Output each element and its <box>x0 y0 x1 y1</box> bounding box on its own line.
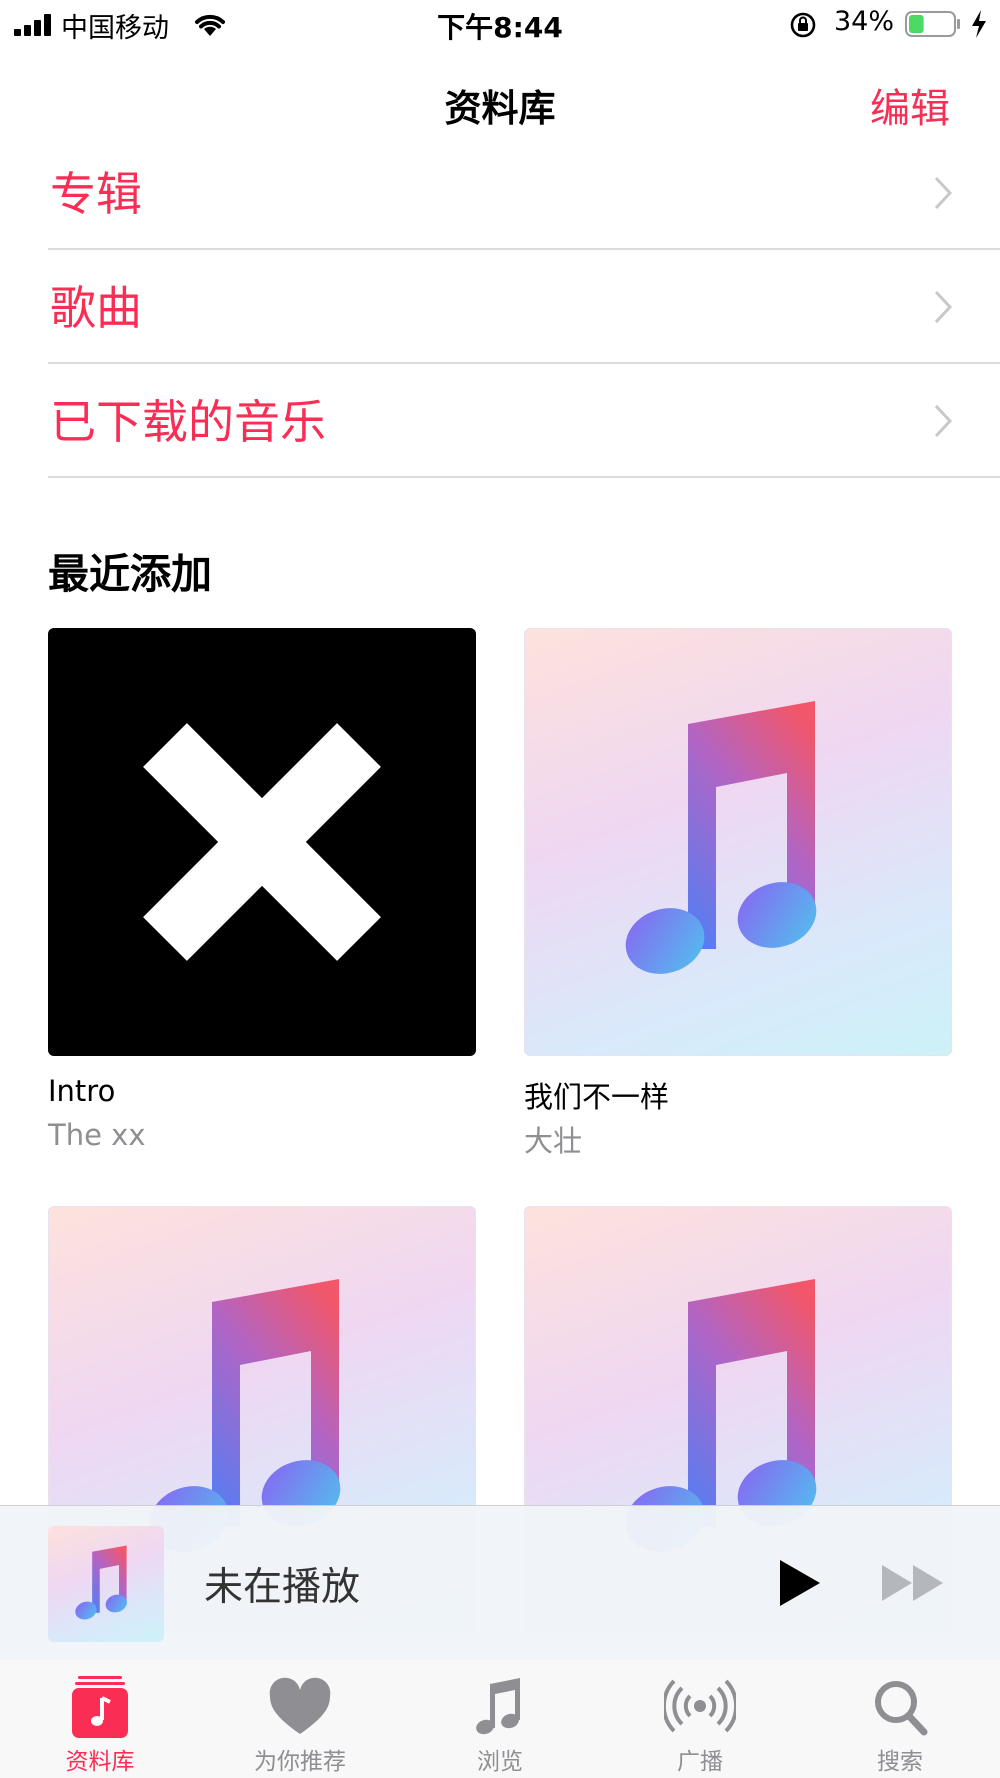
tab-label: 浏览 <box>477 1749 523 1775</box>
album-title: 我们不一样 <box>524 1080 670 1114</box>
tab-search[interactable]: 搜索 <box>800 1660 1000 1778</box>
library-row-label: 专辑 <box>50 167 142 221</box>
section-title-recently-added: 最近添加 <box>48 550 212 598</box>
library-row-label: 已下载的音乐 <box>50 395 326 449</box>
tab-for-you[interactable]: 为你推荐 <box>200 1660 400 1778</box>
library-row-songs[interactable]: 歌曲 <box>48 250 1000 364</box>
battery-percent: 34% <box>834 6 895 37</box>
now-playing-title: 未在播放 <box>204 1565 361 1610</box>
now-playing-artwork <box>48 1526 164 1642</box>
library-row-label: 歌曲 <box>50 281 142 335</box>
page-title: 资料库 <box>444 87 556 130</box>
album-artist: The xx <box>48 1118 146 1152</box>
mini-player[interactable]: 未在播放 <box>0 1505 1000 1661</box>
x-logo-icon <box>143 723 381 961</box>
tab-label: 资料库 <box>65 1749 135 1775</box>
tab-bar: 资料库 为你推荐 浏览 广播 搜索 <box>0 1660 1000 1778</box>
chevron-right-icon <box>934 404 952 438</box>
chevron-right-icon <box>934 290 952 324</box>
radio-icon <box>664 1679 736 1733</box>
library-icon <box>72 1676 128 1738</box>
music-note-icon <box>476 1678 520 1735</box>
orientation-lock-icon <box>790 12 816 38</box>
status-bar: 中国移动 下午8:44 34% <box>0 0 1000 50</box>
library-row-albums[interactable]: 专辑 <box>48 136 1000 250</box>
album-cover <box>524 628 952 1056</box>
tab-browse[interactable]: 浏览 <box>400 1660 600 1778</box>
music-note-icon <box>75 1545 127 1620</box>
music-note-icon <box>625 701 817 974</box>
album-cover <box>48 628 476 1056</box>
album-artist: 大壮 <box>524 1124 583 1158</box>
charging-icon <box>972 10 986 38</box>
tab-label: 广播 <box>677 1749 723 1775</box>
edit-button[interactable]: 编辑 <box>870 76 950 134</box>
heart-icon <box>269 1677 331 1734</box>
battery-icon <box>905 11 960 37</box>
album-tile[interactable]: Intro The xx <box>48 628 476 1152</box>
fast-forward-icon[interactable] <box>880 1562 946 1604</box>
tab-radio[interactable]: 广播 <box>600 1660 800 1778</box>
tab-label: 搜索 <box>877 1749 923 1775</box>
search-icon <box>875 1681 928 1736</box>
album-tile[interactable]: 我们不一样 大壮 <box>524 628 952 1158</box>
album-title: Intro <box>48 1074 116 1108</box>
tab-label: 为你推荐 <box>254 1749 346 1775</box>
play-icon[interactable] <box>776 1558 822 1608</box>
library-row-downloaded[interactable]: 已下载的音乐 <box>48 364 1000 478</box>
tab-library[interactable]: 资料库 <box>0 1660 200 1778</box>
chevron-right-icon <box>934 176 952 210</box>
